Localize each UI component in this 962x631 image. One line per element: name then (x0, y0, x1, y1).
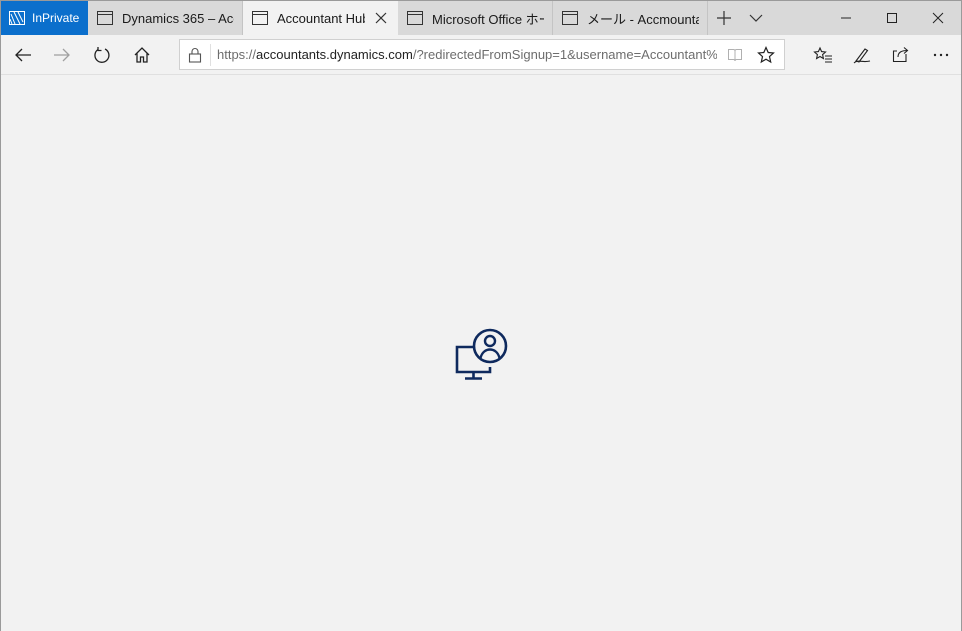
page-icon (407, 11, 423, 25)
window-controls (823, 1, 961, 35)
inprivate-badge: InPrivate (1, 1, 88, 35)
lock-icon (188, 47, 202, 63)
browser-window: InPrivate Dynamics 365 – Acc Accountant … (0, 0, 962, 631)
home-icon (134, 47, 150, 63)
maximize-button[interactable] (869, 1, 915, 35)
notes-button[interactable] (848, 41, 876, 69)
minimize-icon (841, 17, 851, 19)
close-tab-icon[interactable] (374, 11, 388, 25)
home-button[interactable] (128, 41, 156, 69)
tab-title: Dynamics 365 – Acc (122, 10, 234, 26)
more-button[interactable] (927, 41, 955, 69)
tab-mail[interactable]: メール - Accmountan (553, 1, 708, 35)
navigation-toolbar: https://accountants.dynamics.com/?redire… (1, 35, 961, 75)
url-host: accountants.dynamics.com (256, 47, 413, 62)
share-button[interactable] (887, 41, 915, 69)
refresh-button[interactable] (88, 41, 116, 69)
tab-title: Accountant Hub (277, 10, 365, 26)
url-path: /?redirectedFromSignup=1&username=Accoun… (412, 47, 717, 62)
arrow-left-icon (15, 48, 31, 62)
tab-microsoft-office[interactable]: Microsoft Office ホー (398, 1, 553, 35)
tab-title: Microsoft Office ホー (432, 11, 544, 27)
close-window-button[interactable] (915, 1, 961, 35)
tab-strip: InPrivate Dynamics 365 – Acc Accountant … (1, 1, 961, 35)
plus-icon (717, 11, 731, 25)
inprivate-label: InPrivate (32, 11, 80, 25)
reading-view-icon[interactable] (727, 47, 743, 63)
tab-list-button[interactable] (740, 1, 772, 35)
address-separator (210, 43, 211, 66)
address-bar[interactable]: https://accountants.dynamics.com/?redire… (179, 39, 785, 70)
arrow-right-icon (54, 48, 70, 62)
page-icon (562, 11, 578, 25)
favorites-hub-button[interactable] (809, 41, 837, 69)
share-icon (892, 47, 909, 63)
page-icon (252, 11, 268, 25)
tab-title: メール - Accmountan (587, 11, 699, 27)
inprivate-icon (9, 11, 25, 25)
maximize-icon (887, 13, 897, 23)
new-tab-button[interactable] (708, 1, 740, 35)
chevron-down-icon (749, 14, 763, 22)
back-button[interactable] (9, 41, 37, 69)
close-icon (932, 12, 944, 24)
forward-button[interactable] (48, 41, 76, 69)
url-text[interactable]: https://accountants.dynamics.com/?redire… (217, 47, 717, 62)
favorites-list-icon (813, 46, 832, 63)
tab-dynamics-365[interactable]: Dynamics 365 – Acc (88, 1, 243, 35)
refresh-icon (94, 47, 110, 63)
accountant-hub-icon (455, 328, 508, 380)
url-scheme: https:// (217, 47, 257, 62)
more-icon (933, 53, 949, 57)
pen-icon (853, 48, 871, 64)
page-content (1, 75, 961, 631)
page-icon (97, 11, 113, 25)
star-icon[interactable] (757, 45, 775, 64)
minimize-button[interactable] (823, 1, 869, 35)
tab-accountant-hub[interactable]: Accountant Hub (243, 1, 398, 35)
